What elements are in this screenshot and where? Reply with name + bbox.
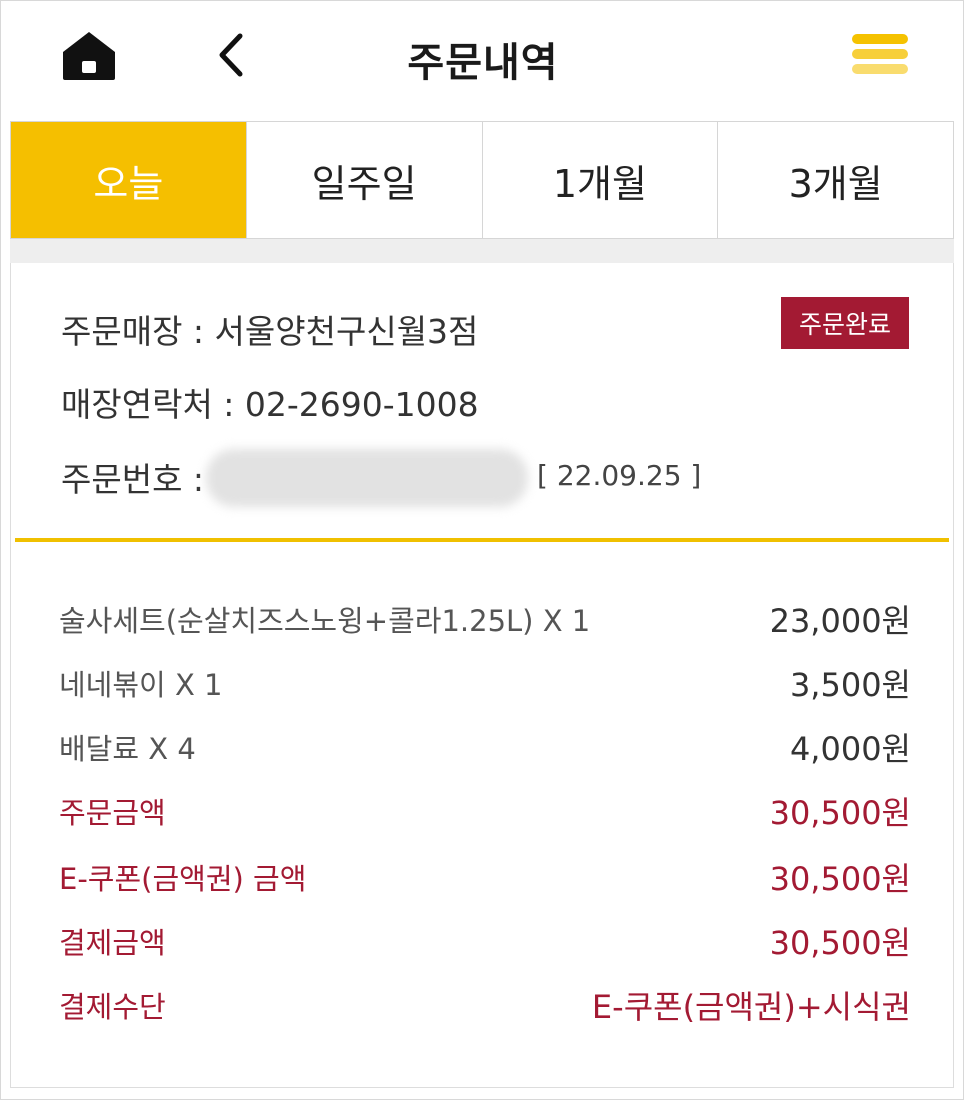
summary-order-total: 주문금액 30,500원 xyxy=(59,789,911,833)
order-date: [ 22.09.25 ] xyxy=(537,459,702,492)
summary-label: E-쿠폰(금액권) 금액 xyxy=(59,862,307,896)
menu-button[interactable] xyxy=(852,34,908,80)
summary-label: 주문금액 xyxy=(59,796,166,830)
summary-value: 30,500원 xyxy=(769,794,911,832)
top-bar: 주문내역 xyxy=(0,0,966,118)
store-contact: 매장연락처 : 02-2690-1008 xyxy=(61,385,479,424)
summary-payment-amount: 결제금액 30,500원 xyxy=(59,919,911,963)
hamburger-menu-icon xyxy=(852,34,908,74)
order-card: 주문매장 : 서울양천구신월3점 주문완료 매장연락처 : 02-2690-10… xyxy=(10,263,954,1088)
tab-today[interactable]: 오늘 xyxy=(11,122,247,238)
summary-value: E-쿠폰(금액권)+시식권 xyxy=(591,988,911,1026)
redacted-order-number xyxy=(206,449,528,507)
summary-payment-method: 결제수단 E-쿠폰(금액권)+시식권 xyxy=(59,983,911,1027)
summary-value: 30,500원 xyxy=(769,860,911,898)
summary-value: 30,500원 xyxy=(769,924,911,962)
page-title: 주문내역 xyxy=(407,40,559,86)
item-name: 배달료 X 4 xyxy=(59,732,196,766)
store-name: 주문매장 : 서울양천구신월3점 xyxy=(61,312,479,351)
section-separator xyxy=(10,239,954,263)
summary-label: 결제금액 xyxy=(59,926,166,960)
tab-week[interactable]: 일주일 xyxy=(247,122,483,238)
tab-3month[interactable]: 3개월 xyxy=(718,122,953,238)
item-name: 술사세트(순살치즈스노윙+콜라1.25L) X 1 xyxy=(59,604,591,638)
summary-coupon-amount: E-쿠폰(금액권) 금액 30,500원 xyxy=(59,855,911,899)
list-item: 술사세트(순살치즈스노윙+콜라1.25L) X 1 23,000원 xyxy=(59,597,911,641)
list-item: 배달료 X 4 4,000원 xyxy=(59,725,911,769)
period-tabs: 오늘 일주일 1개월 3개월 xyxy=(10,121,954,239)
item-amount: 23,000원 xyxy=(769,602,911,640)
section-divider xyxy=(15,538,949,542)
item-name: 네네볶이 X 1 xyxy=(59,668,223,702)
status-badge: 주문완료 xyxy=(781,297,909,349)
list-item: 네네볶이 X 1 3,500원 xyxy=(59,661,911,705)
item-amount: 3,500원 xyxy=(789,666,911,704)
summary-label: 결제수단 xyxy=(59,990,166,1024)
order-number-label: 주문번호 : xyxy=(61,460,205,499)
tab-1month[interactable]: 1개월 xyxy=(483,122,719,238)
item-amount: 4,000원 xyxy=(789,730,911,768)
